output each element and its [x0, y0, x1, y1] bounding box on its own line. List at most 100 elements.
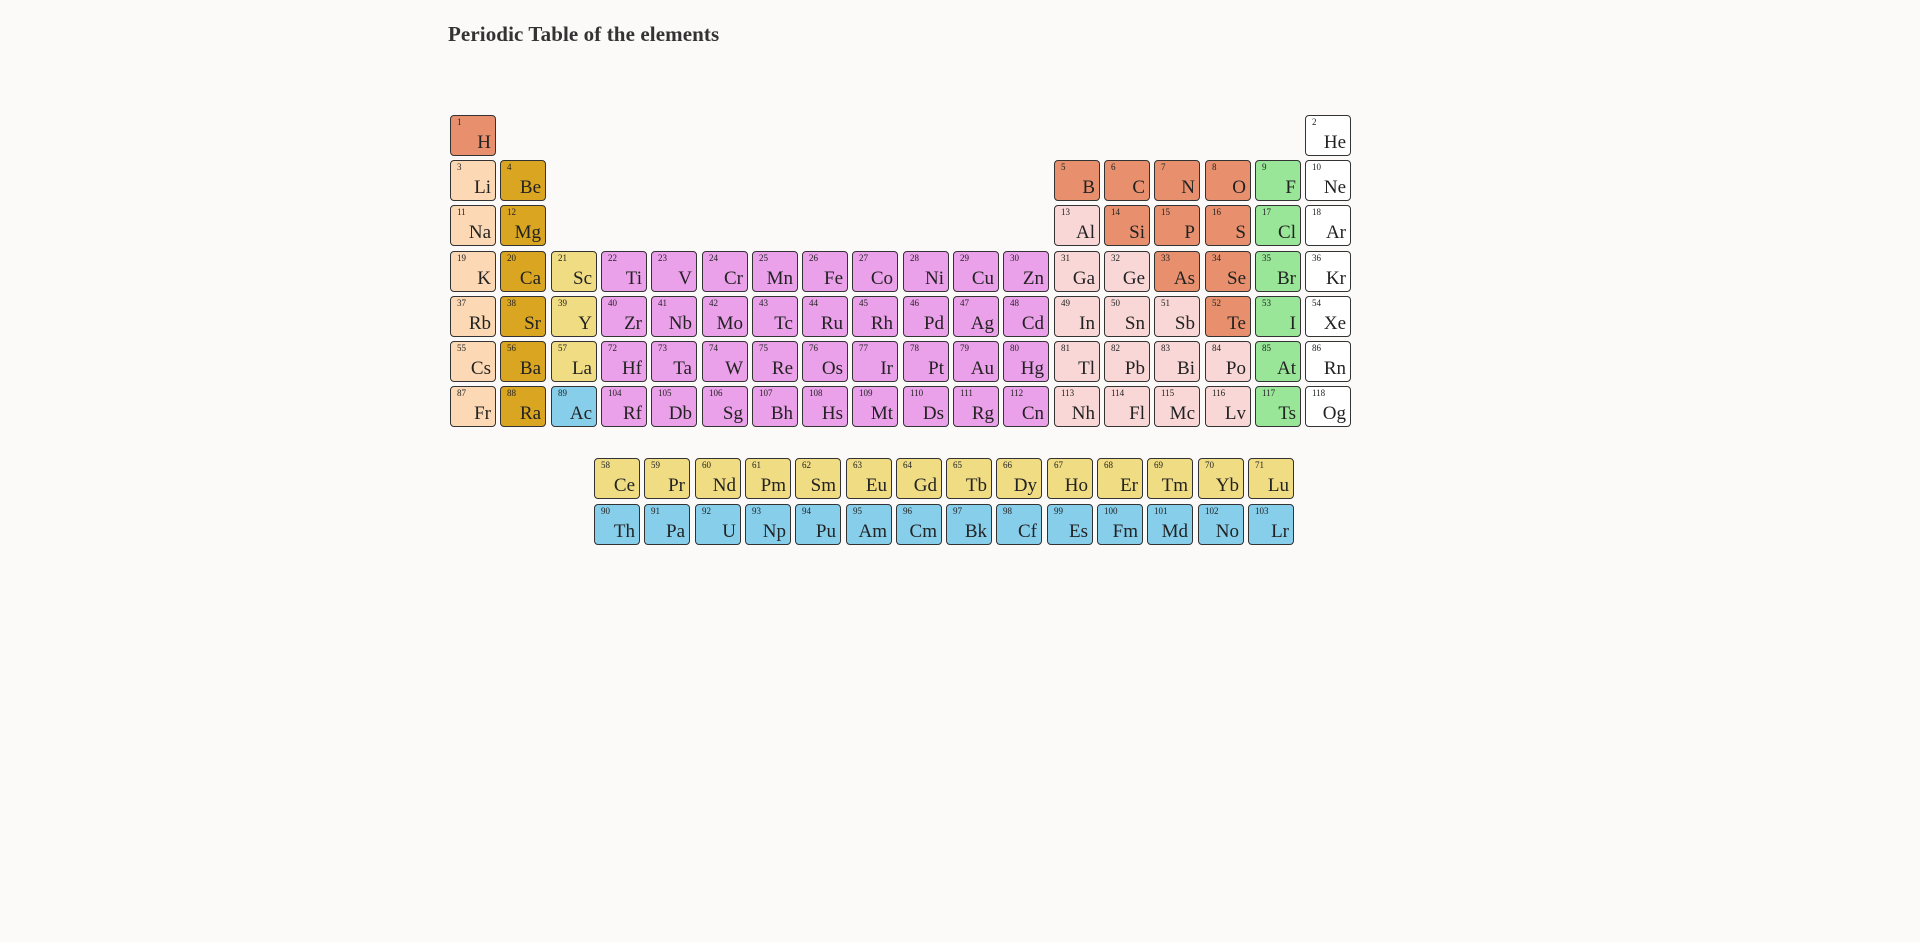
- element-cell-ga[interactable]: 31 Ga: [1054, 251, 1100, 292]
- element-cell-np[interactable]: 93 Np: [745, 504, 791, 545]
- element-cell-fe[interactable]: 26 Fe: [802, 251, 848, 292]
- element-cell-al[interactable]: 13 Al: [1054, 205, 1100, 246]
- element-cell-md[interactable]: 101 Md: [1147, 504, 1193, 545]
- element-cell-tb[interactable]: 65 Tb: [946, 458, 992, 499]
- element-cell-ge[interactable]: 32 Ge: [1104, 251, 1150, 292]
- element-cell-h[interactable]: 1H: [450, 115, 496, 156]
- element-cell-c[interactable]: 6C: [1104, 160, 1150, 201]
- element-cell-cl[interactable]: 17 Cl: [1255, 205, 1301, 246]
- element-cell-ra[interactable]: 88 Ra: [500, 386, 546, 427]
- element-cell-ho[interactable]: 67 Ho: [1047, 458, 1093, 499]
- element-cell-ar[interactable]: 18 Ar: [1305, 205, 1351, 246]
- element-cell-la[interactable]: 57 La: [551, 341, 597, 382]
- element-cell-sc[interactable]: 21 Sc: [551, 251, 597, 292]
- element-cell-au[interactable]: 79 Au: [953, 341, 999, 382]
- element-cell-tc[interactable]: 43 Tc: [752, 296, 798, 337]
- element-cell-db[interactable]: 105 Db: [651, 386, 697, 427]
- element-cell-lr[interactable]: 103 Lr: [1248, 504, 1294, 545]
- element-cell-pb[interactable]: 82 Pb: [1104, 341, 1150, 382]
- element-cell-no[interactable]: 102 No: [1198, 504, 1244, 545]
- element-cell-be[interactable]: 4 Be: [500, 160, 546, 201]
- element-cell-cn[interactable]: 112 Cn: [1003, 386, 1049, 427]
- element-cell-w[interactable]: 74 W: [702, 341, 748, 382]
- element-cell-f[interactable]: 9F: [1255, 160, 1301, 201]
- element-cell-n[interactable]: 7N: [1154, 160, 1200, 201]
- element-cell-pu[interactable]: 94 Pu: [795, 504, 841, 545]
- element-cell-xe[interactable]: 54 Xe: [1305, 296, 1351, 337]
- element-cell-rn[interactable]: 86 Rn: [1305, 341, 1351, 382]
- element-cell-i[interactable]: 53 I: [1255, 296, 1301, 337]
- element-cell-te[interactable]: 52 Te: [1205, 296, 1251, 337]
- element-cell-o[interactable]: 8O: [1205, 160, 1251, 201]
- element-cell-kr[interactable]: 36 Kr: [1305, 251, 1351, 292]
- element-cell-ti[interactable]: 22 Ti: [601, 251, 647, 292]
- element-cell-mn[interactable]: 25 Mn: [752, 251, 798, 292]
- element-cell-ta[interactable]: 73 Ta: [651, 341, 697, 382]
- element-cell-pm[interactable]: 61 Pm: [745, 458, 791, 499]
- element-cell-hs[interactable]: 108 Hs: [802, 386, 848, 427]
- element-cell-mo[interactable]: 42 Mo: [702, 296, 748, 337]
- element-cell-cm[interactable]: 96 Cm: [896, 504, 942, 545]
- element-cell-ir[interactable]: 77 Ir: [852, 341, 898, 382]
- element-cell-dy[interactable]: 66 Dy: [996, 458, 1042, 499]
- element-cell-u[interactable]: 92 U: [695, 504, 741, 545]
- element-cell-rg[interactable]: 111 Rg: [953, 386, 999, 427]
- element-cell-tm[interactable]: 69 Tm: [1147, 458, 1193, 499]
- element-cell-ac[interactable]: 89 Ac: [551, 386, 597, 427]
- element-cell-y[interactable]: 39 Y: [551, 296, 597, 337]
- element-cell-pa[interactable]: 91 Pa: [644, 504, 690, 545]
- element-cell-yb[interactable]: 70 Yb: [1198, 458, 1244, 499]
- element-cell-fr[interactable]: 87 Fr: [450, 386, 496, 427]
- element-cell-pd[interactable]: 46 Pd: [903, 296, 949, 337]
- element-cell-sm[interactable]: 62 Sm: [795, 458, 841, 499]
- element-cell-lv[interactable]: 116 Lv: [1205, 386, 1251, 427]
- element-cell-ni[interactable]: 28 Ni: [903, 251, 949, 292]
- element-cell-at[interactable]: 85 At: [1255, 341, 1301, 382]
- element-cell-v[interactable]: 23 V: [651, 251, 697, 292]
- element-cell-og[interactable]: 118 Og: [1305, 386, 1351, 427]
- element-cell-hg[interactable]: 80 Hg: [1003, 341, 1049, 382]
- element-cell-cs[interactable]: 55 Cs: [450, 341, 496, 382]
- element-cell-na[interactable]: 11 Na: [450, 205, 496, 246]
- element-cell-cd[interactable]: 48 Cd: [1003, 296, 1049, 337]
- element-cell-b[interactable]: 5B: [1054, 160, 1100, 201]
- element-cell-os[interactable]: 76 Os: [802, 341, 848, 382]
- element-cell-br[interactable]: 35 Br: [1255, 251, 1301, 292]
- element-cell-p[interactable]: 15 P: [1154, 205, 1200, 246]
- element-cell-rb[interactable]: 37 Rb: [450, 296, 496, 337]
- element-cell-sr[interactable]: 38 Sr: [500, 296, 546, 337]
- element-cell-li[interactable]: 3 Li: [450, 160, 496, 201]
- element-cell-pt[interactable]: 78 Pt: [903, 341, 949, 382]
- element-cell-ba[interactable]: 56 Ba: [500, 341, 546, 382]
- element-cell-rf[interactable]: 104 Rf: [601, 386, 647, 427]
- element-cell-hf[interactable]: 72 Hf: [601, 341, 647, 382]
- element-cell-bk[interactable]: 97 Bk: [946, 504, 992, 545]
- element-cell-er[interactable]: 68 Er: [1097, 458, 1143, 499]
- element-cell-cr[interactable]: 24 Cr: [702, 251, 748, 292]
- element-cell-nd[interactable]: 60 Nd: [695, 458, 741, 499]
- element-cell-si[interactable]: 14 Si: [1104, 205, 1150, 246]
- element-cell-tl[interactable]: 81 Tl: [1054, 341, 1100, 382]
- element-cell-eu[interactable]: 63 Eu: [846, 458, 892, 499]
- element-cell-fl[interactable]: 114 Fl: [1104, 386, 1150, 427]
- element-cell-mc[interactable]: 115 Mc: [1154, 386, 1200, 427]
- element-cell-es[interactable]: 99 Es: [1047, 504, 1093, 545]
- element-cell-zn[interactable]: 30 Zn: [1003, 251, 1049, 292]
- element-cell-th[interactable]: 90 Th: [594, 504, 640, 545]
- element-cell-fm[interactable]: 100 Fm: [1097, 504, 1143, 545]
- element-cell-sn[interactable]: 50 Sn: [1104, 296, 1150, 337]
- element-cell-se[interactable]: 34 Se: [1205, 251, 1251, 292]
- element-cell-ce[interactable]: 58 Ce: [594, 458, 640, 499]
- element-cell-mg[interactable]: 12 Mg: [500, 205, 546, 246]
- element-cell-re[interactable]: 75 Re: [752, 341, 798, 382]
- element-cell-k[interactable]: 19 K: [450, 251, 496, 292]
- element-cell-ts[interactable]: 117 Ts: [1255, 386, 1301, 427]
- element-cell-s[interactable]: 16 S: [1205, 205, 1251, 246]
- element-cell-cu[interactable]: 29 Cu: [953, 251, 999, 292]
- element-cell-ne[interactable]: 10 Ne: [1305, 160, 1351, 201]
- element-cell-nb[interactable]: 41 Nb: [651, 296, 697, 337]
- element-cell-ca[interactable]: 20 Ca: [500, 251, 546, 292]
- element-cell-lu[interactable]: 71 Lu: [1248, 458, 1294, 499]
- element-cell-po[interactable]: 84 Po: [1205, 341, 1251, 382]
- element-cell-zr[interactable]: 40 Zr: [601, 296, 647, 337]
